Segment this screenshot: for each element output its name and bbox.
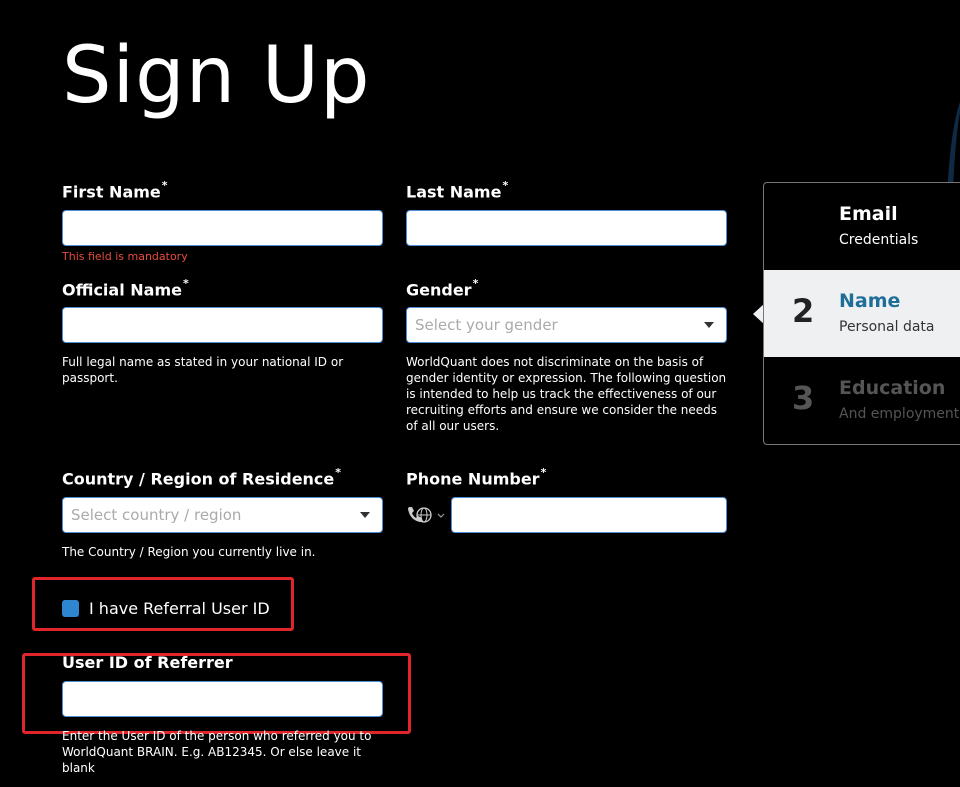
country-label: Country / Region of Residence* xyxy=(62,466,342,489)
first-name-input[interactable] xyxy=(62,210,383,246)
step-name[interactable]: 2 Name Personal data xyxy=(764,270,960,357)
last-name-input[interactable] xyxy=(406,210,727,246)
step-title: Name xyxy=(839,290,901,312)
step-title: Education xyxy=(839,377,946,399)
country-select[interactable]: Select country / region xyxy=(62,497,383,533)
chevron-down-icon xyxy=(360,512,370,518)
step-number: 3 xyxy=(792,379,815,417)
referrer-id-help: Enter the User ID of the person who refe… xyxy=(62,729,372,775)
chevron-down-icon xyxy=(704,322,714,328)
gender-placeholder: Select your gender xyxy=(415,316,558,334)
last-name-label: Last Name* xyxy=(406,179,509,202)
referral-checkbox[interactable] xyxy=(62,600,79,617)
step-subtitle: Personal data xyxy=(839,319,935,335)
country-help: The Country / Region you currently live … xyxy=(62,545,316,559)
gender-help: WorldQuant does not discriminate on the … xyxy=(406,355,727,433)
step-number: 2 xyxy=(792,292,815,330)
step-subtitle: Credentials xyxy=(839,232,919,248)
official-name-help: Full legal name as stated in your nation… xyxy=(62,355,344,385)
step-education[interactable]: 3 Education And employment xyxy=(764,357,960,444)
referrer-id-label: User ID of Referrer xyxy=(62,653,233,672)
referrer-id-input[interactable] xyxy=(62,681,383,717)
official-name-input[interactable] xyxy=(62,307,383,343)
signup-steps-panel: Email Credentials 2 Name Personal data 3… xyxy=(763,182,960,445)
page-title: Sign Up xyxy=(62,31,371,121)
gender-select[interactable]: Select your gender xyxy=(406,307,727,343)
first-name-error: This field is mandatory xyxy=(62,250,188,263)
phone-input[interactable] xyxy=(451,497,727,533)
official-name-label: Official Name* xyxy=(62,277,189,300)
step-email[interactable]: Email Credentials xyxy=(764,183,960,270)
country-placeholder: Select country / region xyxy=(71,506,242,524)
step-subtitle: And employment xyxy=(839,406,960,422)
gender-label: Gender* xyxy=(406,277,479,300)
first-name-label: First Name* xyxy=(62,179,168,202)
step-title: Email xyxy=(839,203,898,225)
phone-label: Phone Number* xyxy=(406,466,547,489)
phone-globe-icon[interactable] xyxy=(406,505,445,525)
referral-checkbox-label[interactable]: I have Referral User ID xyxy=(89,599,270,618)
